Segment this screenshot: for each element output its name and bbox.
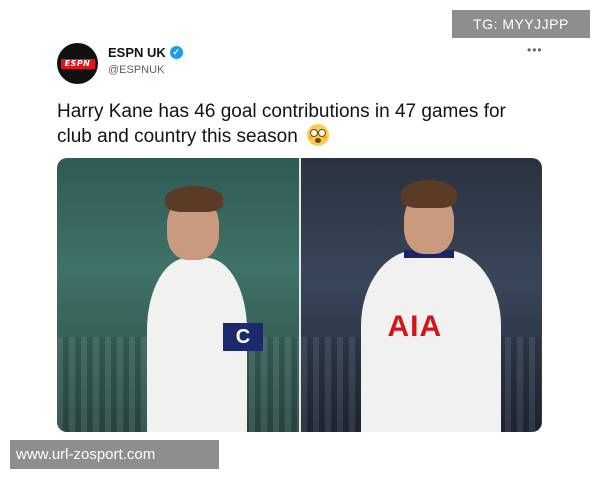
shirt-sponsor-text: AIA [387, 310, 443, 343]
photo-tottenham-kit[interactable]: AIA [300, 158, 542, 432]
account-name[interactable]: ESPN UK [108, 45, 166, 60]
account-handle[interactable]: @ESPNUK [108, 64, 164, 76]
photo-england-kit[interactable]: C [57, 158, 299, 432]
player-figure-left: C [127, 168, 267, 432]
tweet-media[interactable]: C AIA [57, 158, 542, 432]
player-figure-right: AIA [356, 170, 506, 432]
espn-avatar[interactable]: ESPN [57, 43, 98, 84]
tweet-text: Harry Kane has 46 goal contributions in … [57, 100, 537, 149]
flushed-face-emoji-icon [307, 124, 330, 146]
watermark-bottom: www.url-zosport.com [10, 440, 219, 469]
tweet-text-body: Harry Kane has 46 goal contributions in … [57, 101, 506, 147]
more-options-button[interactable]: ••• [527, 43, 543, 57]
account-name-row[interactable]: ESPN UK ✓ [108, 45, 183, 60]
captain-armband: C [223, 323, 263, 351]
watermark-top: TG: MYYJJPP [452, 10, 590, 38]
verified-badge-icon: ✓ [169, 46, 183, 59]
espn-logo-icon: ESPN [60, 58, 95, 69]
